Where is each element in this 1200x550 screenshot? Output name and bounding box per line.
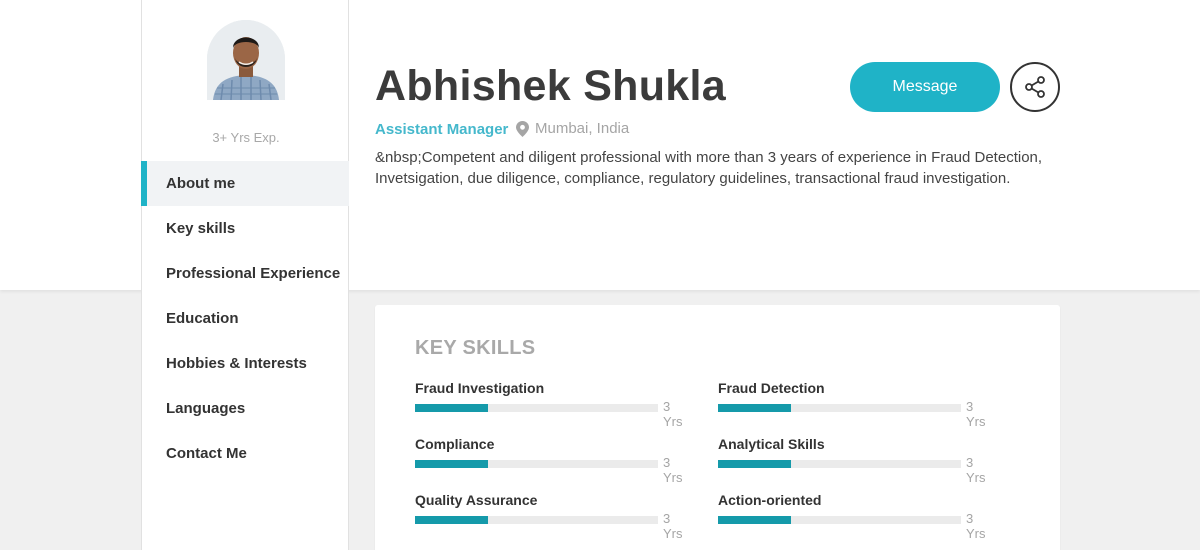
share-button[interactable] xyxy=(1010,62,1060,112)
skill-bar-fill xyxy=(415,516,488,524)
skill-years: 3 Yrs xyxy=(966,455,986,485)
skill-bar-fill xyxy=(718,404,791,412)
sidebar-item-professional-experience[interactable]: Professional Experience xyxy=(142,251,349,296)
skill-name: Fraud Investigation xyxy=(415,380,545,396)
skill-name: Action-oriented xyxy=(718,492,822,508)
sidebar-nav: About me Key skills Professional Experie… xyxy=(141,161,349,476)
location-pin-icon xyxy=(516,120,529,137)
profile-role: Assistant Manager xyxy=(375,121,509,138)
skill-years: 3 Yrs xyxy=(663,511,683,541)
skill-item: Quality Assurance 3 Yrs xyxy=(415,492,692,541)
skill-bar-track xyxy=(718,404,961,412)
skill-bar-fill xyxy=(718,516,791,524)
location-text: Mumbai, India xyxy=(535,120,630,137)
profile-summary: &nbsp;Competent and diligent professiona… xyxy=(375,149,1043,187)
skill-years: 3 Yrs xyxy=(663,455,683,485)
skill-bar-track xyxy=(415,516,658,524)
sidebar-item-languages[interactable]: Languages xyxy=(142,386,349,431)
skill-item: Fraud Investigation 3 Yrs xyxy=(415,380,692,429)
sidebar-item-key-skills[interactable]: Key skills xyxy=(142,206,349,251)
sidebar-item-hobbies-interests[interactable]: Hobbies & Interests xyxy=(142,341,349,386)
skill-item: Analytical Skills 3 Yrs xyxy=(718,436,995,485)
skill-bar-fill xyxy=(718,460,791,468)
message-button[interactable]: Message xyxy=(850,62,1000,112)
skill-bar-fill xyxy=(415,404,488,412)
skill-item: Compliance 3 Yrs xyxy=(415,436,692,485)
share-icon xyxy=(1025,76,1045,98)
key-skills-card: KEY SKILLS Fraud Investigation 3 Yrs Fra… xyxy=(375,305,1060,550)
skill-years: 3 Yrs xyxy=(966,511,986,541)
skill-years: 3 Yrs xyxy=(966,399,986,429)
skill-name: Fraud Detection xyxy=(718,380,825,396)
skill-bar-fill xyxy=(415,460,488,468)
sidebar: 3+ Yrs Exp. About me Key skills Professi… xyxy=(141,0,349,550)
skill-bar-track xyxy=(415,404,658,412)
avatar-photo xyxy=(207,20,285,100)
skill-name: Quality Assurance xyxy=(415,492,538,508)
skill-bar-track xyxy=(718,516,961,524)
sidebar-item-about-me[interactable]: About me xyxy=(141,161,349,206)
key-skills-title: KEY SKILLS xyxy=(415,337,536,359)
skill-bar-track xyxy=(415,460,658,468)
profile-location: Mumbai, India xyxy=(516,120,629,137)
skill-name: Analytical Skills xyxy=(718,436,825,452)
skill-item: Action-oriented 3 Yrs xyxy=(718,492,995,541)
skill-item: Fraud Detection 3 Yrs xyxy=(718,380,995,429)
avatar xyxy=(207,20,285,100)
profile-name: Abhishek Shukla xyxy=(375,62,726,110)
skill-bar-track xyxy=(718,460,961,468)
sidebar-item-contact-me[interactable]: Contact Me xyxy=(142,431,349,476)
sidebar-item-education[interactable]: Education xyxy=(142,296,349,341)
experience-label: 3+ Yrs Exp. xyxy=(212,130,280,145)
skill-name: Compliance xyxy=(415,436,495,452)
skill-years: 3 Yrs xyxy=(663,399,683,429)
